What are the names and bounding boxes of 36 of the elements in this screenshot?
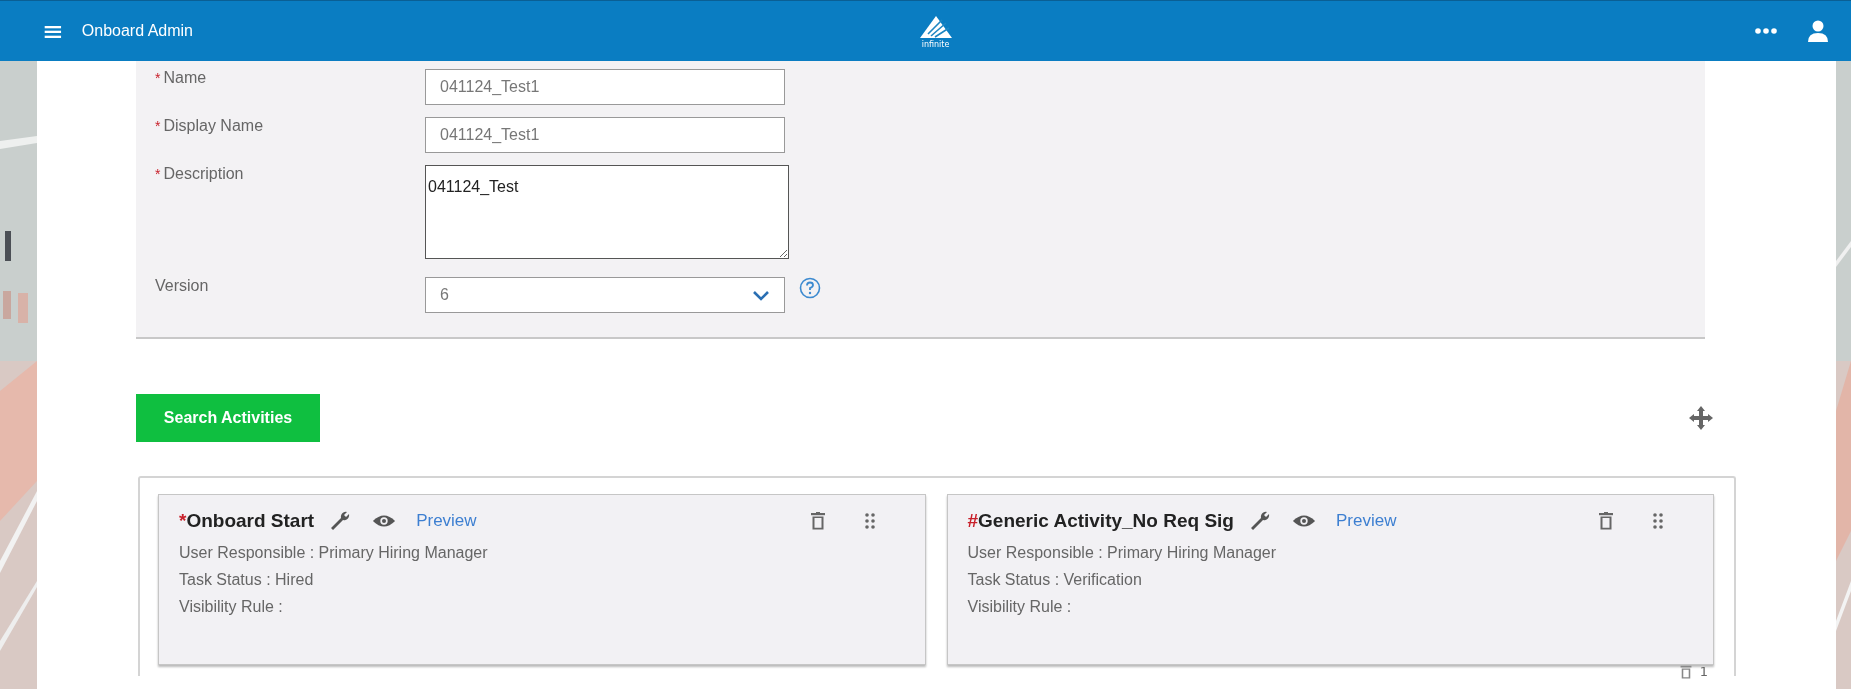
eye-icon[interactable] bbox=[1291, 513, 1316, 529]
field-label: Description bbox=[163, 165, 244, 182]
chevron-down-icon bbox=[752, 289, 770, 301]
required-mark: * bbox=[155, 118, 161, 134]
activity-detail: User Responsible : Primary Hiring Manager bbox=[967, 543, 1278, 563]
trash-icon[interactable] bbox=[1599, 512, 1613, 530]
move-icon[interactable] bbox=[1688, 405, 1714, 431]
activity-marker: * bbox=[179, 510, 187, 531]
trash-icon[interactable] bbox=[810, 512, 825, 530]
description-field[interactable]: 041124_Test bbox=[425, 165, 789, 259]
eye-icon[interactable] bbox=[372, 513, 397, 529]
required-mark: * bbox=[155, 70, 161, 86]
app-title: Onboard Admin bbox=[81, 22, 193, 40]
activity-detail: User Responsible : Primary Hiring Manager bbox=[179, 543, 489, 563]
activity-detail: Task Status : Hired bbox=[179, 570, 315, 590]
activity-detail: Visibility Rule : bbox=[179, 597, 284, 617]
field-label: Display Name bbox=[163, 117, 264, 134]
more-icon[interactable] bbox=[1755, 28, 1777, 34]
count-label: 1 bbox=[1699, 664, 1708, 679]
logo[interactable]: infinite bbox=[915, 13, 956, 49]
preview-link[interactable]: Preview bbox=[416, 511, 477, 531]
user-icon[interactable] bbox=[1807, 20, 1829, 42]
activity-title: Onboard Start bbox=[186, 510, 315, 531]
trash-icon[interactable] bbox=[1679, 664, 1692, 679]
required-mark: * bbox=[155, 166, 161, 182]
activity-detail: Visibility Rule : bbox=[967, 597, 1073, 617]
menu-icon[interactable]: ≡ bbox=[42, 18, 64, 44]
field-label: Name bbox=[163, 69, 207, 86]
activity-detail: Task Status : Verification bbox=[967, 570, 1143, 590]
activity-marker: # bbox=[967, 510, 979, 531]
preview-link[interactable]: Preview bbox=[1335, 511, 1397, 531]
activity-title: Generic Activity_No Req Sig bbox=[978, 510, 1234, 531]
field-label: Version bbox=[155, 277, 209, 294]
drag-handle-icon[interactable] bbox=[864, 513, 875, 529]
search-activities-button[interactable]: Search Activities bbox=[136, 394, 320, 442]
drag-handle-icon[interactable] bbox=[1653, 513, 1663, 529]
